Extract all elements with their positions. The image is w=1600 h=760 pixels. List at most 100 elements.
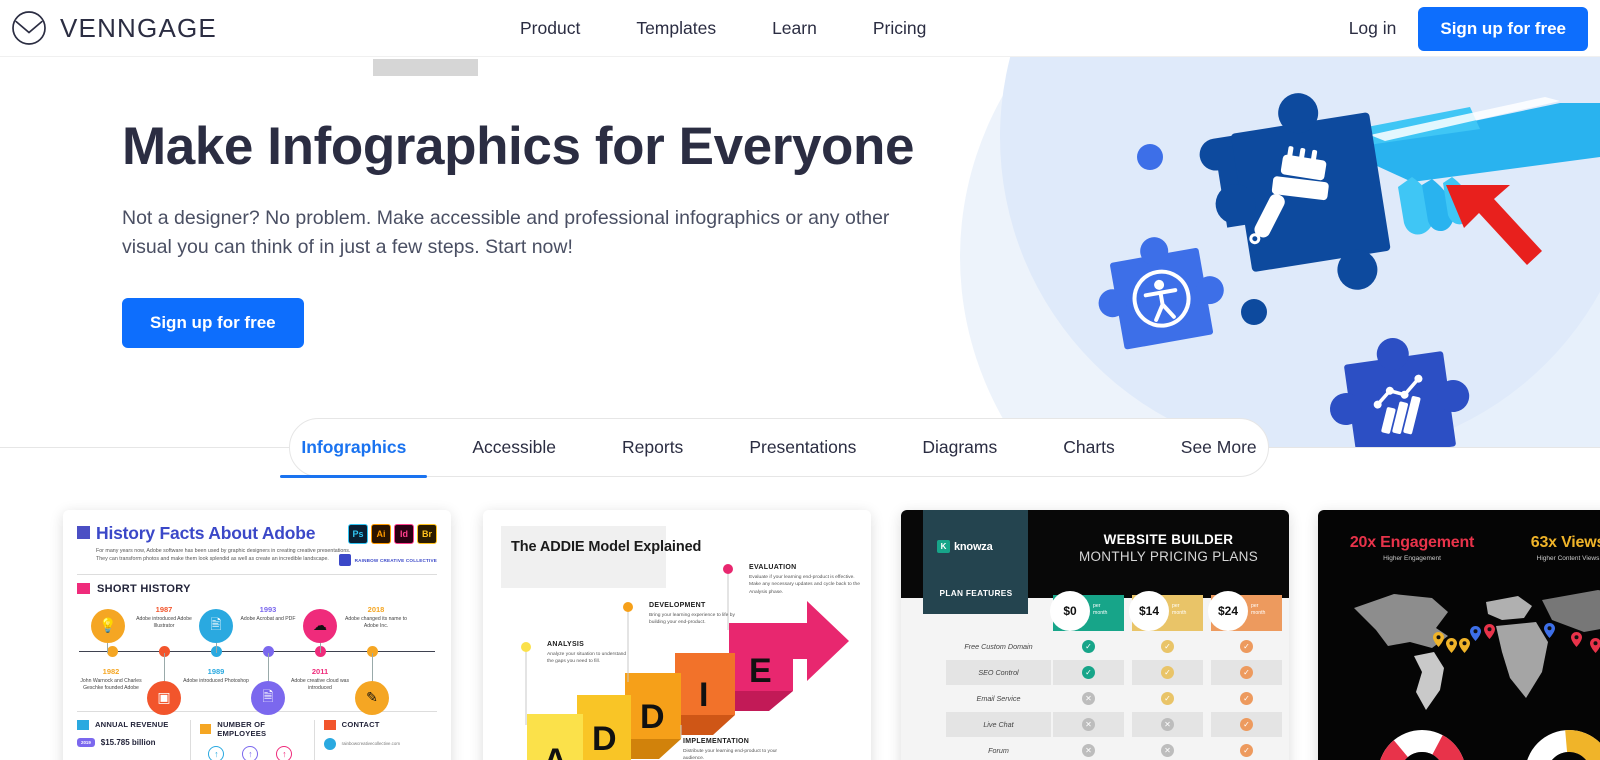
- plan-price-free: $0: [1050, 591, 1090, 631]
- map-pin-blue: [1470, 626, 1481, 641]
- revenue-value: $15.785 billion: [100, 737, 156, 747]
- category-tab-bar: Infographics Accessible Reports Presenta…: [280, 418, 1269, 478]
- tl-text-1982: John Warnock and Charles Geschke founded…: [80, 677, 142, 692]
- plan-column-24: $24 per month: [1208, 591, 1282, 631]
- check-icon: ✓: [1161, 640, 1174, 653]
- cross-icon: ✕: [1161, 718, 1174, 731]
- badge-bridge-icon: Br: [417, 524, 437, 544]
- stat-small-views: Higher Content Views: [1536, 555, 1600, 562]
- nav-actions: Log in Sign up for free: [1349, 0, 1588, 57]
- footer-col-revenue: ANNUAL REVENUE 2019 $15.785 billion: [77, 719, 190, 760]
- row-name-forum: Forum: [988, 746, 1009, 755]
- decor-dot-1: [1137, 144, 1163, 170]
- arrow-up-icon-2: ↑: [242, 745, 259, 760]
- signup-button-hero[interactable]: Sign up for free: [122, 297, 304, 348]
- tab-see-more[interactable]: See More: [1148, 418, 1290, 477]
- card1-title: History Facts About Adobe: [96, 523, 316, 543]
- tab-reports[interactable]: Reports: [589, 418, 716, 477]
- nav-item-pricing[interactable]: Pricing: [873, 18, 927, 39]
- hero-section: Make Infographics for Everyone Not a des…: [0, 57, 1600, 447]
- signup-button-nav[interactable]: Sign up for free: [1418, 6, 1588, 51]
- nav-item-templates[interactable]: Templates: [636, 18, 716, 39]
- venn-circle-icon: [10, 9, 48, 47]
- red-arrow-icon: [1446, 185, 1542, 265]
- plan-period-24: per month: [1251, 603, 1266, 616]
- tl-icon-pdf: 🗎: [251, 680, 285, 715]
- row-name-email: Email Service: [976, 694, 1021, 703]
- tl-year-2011: 2011: [311, 666, 329, 676]
- stat-headline-views: 63x Views Higher Content Views: [1498, 534, 1600, 562]
- nav-item-product[interactable]: Product: [520, 18, 580, 39]
- collective-name: RAINBOW CREATIVE COLLECTIVE: [354, 557, 437, 563]
- template-card-adobe-history[interactable]: History Facts About Adobe For many years…: [63, 510, 451, 760]
- tab-presentations[interactable]: Presentations: [716, 418, 889, 477]
- plan-column-14: $14 per month: [1129, 591, 1203, 631]
- badge-indesign-icon: Id: [394, 524, 414, 544]
- cross-icon: ✕: [1082, 744, 1095, 757]
- contact-value: rainbowcreativecollective.com: [341, 741, 400, 747]
- decor-dot-2: [1241, 299, 1267, 325]
- plan-price-14: $14: [1129, 591, 1169, 631]
- arrow-up-icon-1: ↑: [208, 745, 225, 760]
- template-gallery: History Facts About Adobe For many years…: [0, 500, 1600, 760]
- check-icon: ✓: [1240, 744, 1253, 757]
- svg-text:I: I: [699, 676, 708, 714]
- check-icon: ✓: [1240, 640, 1253, 653]
- label-body-implementation: Distribute your learning end-product to …: [683, 749, 778, 760]
- template-card-addie-model[interactable]: The ADDIE Model Explained D D I E ANALYS…: [483, 510, 871, 760]
- brand-logo[interactable]: VENNGAGE: [10, 9, 217, 47]
- tl-icon-lightbulb: 💡: [91, 608, 125, 643]
- footer-col-employees: NUMBER OF EMPLOYEES ↑ ↑ ↑: [190, 719, 313, 760]
- stat-big-views: 63x Views: [1530, 534, 1600, 551]
- label-head-evaluation: EVALUATION: [749, 564, 797, 571]
- tab-infographics[interactable]: Infographics: [268, 418, 439, 478]
- addie-label-implementation: IMPLEMENTATION Distribute your learning …: [673, 738, 793, 760]
- adobe-timeline: 1982 John Warnock and Charles Geschke fo…: [77, 599, 437, 715]
- tl-year-1989: 1989: [207, 666, 225, 676]
- tab-charts[interactable]: Charts: [1030, 418, 1148, 477]
- pricing-row-domain: Free Custom Domain ✓ ✓ ✓: [923, 634, 1278, 659]
- legend-square-employees: [200, 723, 212, 734]
- svg-text:E: E: [749, 652, 772, 690]
- tl-year-1993: 1993: [259, 604, 277, 614]
- nav-item-learn[interactable]: Learn: [772, 18, 817, 39]
- label-head-analysis: ANALYSIS: [547, 641, 585, 648]
- tl-year-1987: 1987: [155, 604, 173, 614]
- hero-content: Make Infographics for Everyone Not a des…: [122, 117, 952, 348]
- tab-diagrams[interactable]: Diagrams: [889, 418, 1030, 477]
- map-pin-red: [1484, 624, 1495, 639]
- label-body-evaluation: Evaluate if your learning end-product is…: [749, 575, 860, 595]
- donut-chart-views: [1525, 730, 1600, 760]
- template-card-pricing-plans[interactable]: K knowza PLAN FEATURES WEBSITE BUILDER M…: [901, 510, 1289, 760]
- map-pin-yellow: [1433, 632, 1444, 647]
- tab-accessible[interactable]: Accessible: [439, 418, 589, 477]
- cross-icon: ✕: [1082, 718, 1095, 731]
- knowza-mark-icon: K: [937, 540, 950, 553]
- collective-credit: RAINBOW CREATIVE COLLECTIVE: [338, 554, 437, 566]
- pricing-title-line1: WEBSITE BUILDER: [1103, 532, 1234, 547]
- knowza-name: knowza: [954, 540, 993, 553]
- pricing-row-livechat: Live Chat ✕ ✕ ✓: [923, 712, 1282, 737]
- card1-footer: ANNUAL REVENUE 2019 $15.785 billion NUMB…: [77, 710, 437, 760]
- map-pin-blue: [1544, 623, 1555, 638]
- svg-text:A: A: [543, 742, 568, 760]
- tl-icon-signature: ✎: [355, 680, 389, 715]
- venngage-landing-page: VENNGAGE Product Templates Learn Pricing…: [0, 0, 1600, 760]
- tl-year-1982: 1982: [102, 666, 120, 676]
- addie-label-analysis: ANALYSIS Analyze your situation to under…: [535, 641, 627, 666]
- row-name-seo: SEO Control: [946, 660, 1051, 685]
- puzzle-piece-paintbrush: [1199, 93, 1391, 290]
- pricing-row-forum: Forum ✕ ✕ ✓: [923, 738, 1278, 760]
- pricing-title-line2: MONTHLY PRICING PLANS: [1078, 549, 1259, 564]
- check-icon: ✓: [1082, 640, 1095, 653]
- cross-icon: ✕: [1161, 744, 1174, 757]
- svg-text:D: D: [592, 720, 617, 758]
- template-card-engagement-stats[interactable]: 20x Engagement Higher Engagement 63x Vie…: [1318, 510, 1600, 760]
- badge-photoshop-icon: Ps: [348, 524, 368, 544]
- brand-name: VENNGAGE: [60, 12, 217, 43]
- knowza-brand: K knowza: [937, 540, 993, 553]
- top-navigation-bar: VENNGAGE Product Templates Learn Pricing…: [0, 0, 1600, 57]
- primary-nav-links: Product Templates Learn Pricing: [520, 0, 926, 57]
- plan-period-free: per month: [1093, 603, 1108, 616]
- login-link[interactable]: Log in: [1349, 18, 1397, 39]
